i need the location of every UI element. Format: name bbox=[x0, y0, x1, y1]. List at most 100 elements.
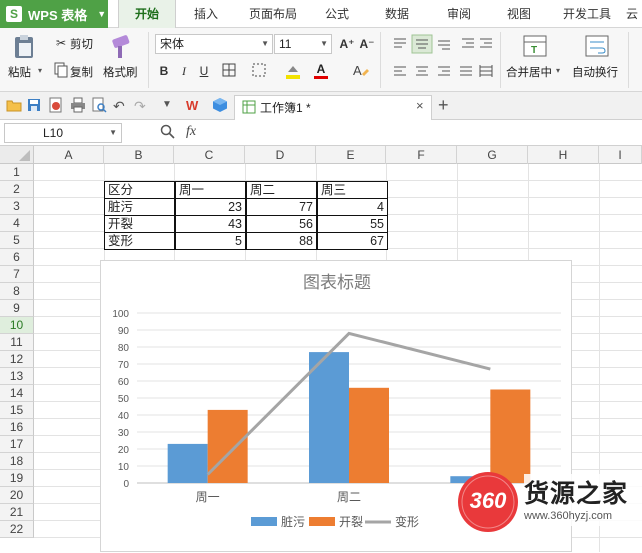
select-all-corner[interactable] bbox=[0, 146, 34, 164]
tab-formulas[interactable]: 公式 bbox=[312, 0, 362, 28]
font-shrink-button[interactable]: A⁻ bbox=[358, 35, 376, 53]
new-tab-icon[interactable]: + bbox=[438, 95, 449, 116]
bold-button[interactable]: B bbox=[155, 62, 173, 80]
format-painter-icon[interactable] bbox=[106, 34, 134, 60]
row-header[interactable]: 18 bbox=[0, 453, 34, 470]
redo-icon[interactable]: ↷ bbox=[134, 98, 146, 115]
paste-button[interactable]: 粘贴 bbox=[8, 64, 31, 80]
wrap-text-icon[interactable] bbox=[584, 34, 610, 58]
tab-home[interactable]: 开始 bbox=[118, 0, 176, 28]
tab-data[interactable]: 数据 bbox=[372, 0, 422, 28]
zoom-function-icon[interactable] bbox=[160, 124, 176, 140]
fill-pattern-icon[interactable] bbox=[250, 62, 268, 80]
table-header-cell[interactable]: 周三 bbox=[317, 181, 388, 199]
insert-function-button[interactable]: fx bbox=[186, 124, 196, 140]
row-header[interactable]: 8 bbox=[0, 283, 34, 300]
tab-developer[interactable]: 开发工具 bbox=[556, 0, 618, 28]
close-icon[interactable]: × bbox=[416, 98, 424, 113]
row-header[interactable]: 7 bbox=[0, 266, 34, 283]
wps-writer-icon[interactable]: W bbox=[186, 97, 204, 113]
table-cell[interactable]: 23 bbox=[175, 198, 246, 216]
row-header[interactable]: 11 bbox=[0, 334, 34, 351]
column-header[interactable]: B bbox=[104, 146, 174, 164]
tab-review[interactable]: 审阅 bbox=[434, 0, 484, 28]
row-header[interactable]: 19 bbox=[0, 470, 34, 487]
row-header[interactable]: 5 bbox=[0, 232, 34, 249]
row-header[interactable]: 1 bbox=[0, 164, 34, 181]
row-header[interactable]: 2 bbox=[0, 181, 34, 198]
table-cell[interactable]: 77 bbox=[246, 198, 317, 216]
column-header[interactable]: C bbox=[174, 146, 245, 164]
column-header[interactable]: H bbox=[528, 146, 599, 164]
scissors-icon[interactable]: ✂ bbox=[52, 34, 70, 52]
column-header[interactable]: A bbox=[34, 146, 104, 164]
row-header[interactable]: 14 bbox=[0, 385, 34, 402]
row-header[interactable]: 12 bbox=[0, 351, 34, 368]
table-cell[interactable]: 4 bbox=[317, 198, 388, 216]
row-header[interactable]: 4 bbox=[0, 215, 34, 232]
format-painter-button[interactable]: 格式刷 bbox=[103, 64, 138, 80]
merge-center-icon[interactable]: T bbox=[522, 34, 548, 58]
print-preview-icon[interactable] bbox=[91, 97, 107, 113]
table-cell[interactable]: 56 bbox=[246, 215, 317, 233]
row-header[interactable]: 16 bbox=[0, 419, 34, 436]
row-header[interactable]: 21 bbox=[0, 504, 34, 521]
print-icon[interactable] bbox=[70, 97, 86, 113]
paste-icon[interactable] bbox=[10, 34, 38, 60]
name-box[interactable]: L10 ▼ bbox=[4, 123, 122, 143]
row-header[interactable]: 17 bbox=[0, 436, 34, 453]
wrap-text-button[interactable]: 自动换行 bbox=[572, 64, 618, 80]
chevron-down-icon[interactable]: ▼ bbox=[109, 124, 117, 142]
font-color-button[interactable]: A bbox=[312, 60, 330, 79]
column-header[interactable]: G bbox=[457, 146, 528, 164]
chevron-down-icon[interactable]: ▾ bbox=[38, 66, 42, 75]
copy-button[interactable]: 复制 bbox=[70, 64, 93, 80]
column-header[interactable]: I bbox=[599, 146, 642, 164]
table-cell[interactable]: 脏污 bbox=[104, 198, 175, 216]
undo-icon[interactable]: ↶ bbox=[113, 98, 125, 115]
row-header[interactable]: 6 bbox=[0, 249, 34, 266]
table-cell[interactable]: 5 bbox=[175, 232, 246, 250]
row-header[interactable]: 20 bbox=[0, 487, 34, 504]
customize-toolbar-icon[interactable]: ▼ bbox=[162, 99, 172, 110]
chevron-down-icon[interactable]: ▾ bbox=[556, 66, 560, 75]
cut-button[interactable]: 剪切 bbox=[70, 36, 93, 52]
table-cell[interactable]: 开裂 bbox=[104, 215, 175, 233]
font-grow-button[interactable]: A⁺ bbox=[338, 35, 356, 53]
italic-button[interactable]: I bbox=[175, 62, 193, 80]
merge-center-button[interactable]: 合并居中 bbox=[506, 64, 552, 80]
row-header[interactable]: 22 bbox=[0, 521, 34, 538]
column-header[interactable]: D bbox=[245, 146, 316, 164]
table-header-cell[interactable]: 周一 bbox=[175, 181, 246, 199]
tab-view[interactable]: 视图 bbox=[494, 0, 544, 28]
formula-input[interactable] bbox=[220, 124, 640, 142]
column-header[interactable]: F bbox=[386, 146, 457, 164]
tab-cloud[interactable]: 云 bbox=[622, 0, 642, 28]
app-menu-button[interactable]: S WPS 表格 ▼ bbox=[0, 0, 108, 28]
row-header[interactable]: 15 bbox=[0, 402, 34, 419]
tab-insert[interactable]: 插入 bbox=[180, 0, 232, 28]
row-header[interactable]: 13 bbox=[0, 368, 34, 385]
fill-color-icon[interactable] bbox=[284, 62, 302, 80]
font-name-select[interactable]: 宋体 ▼ bbox=[155, 34, 273, 54]
table-cell[interactable]: 变形 bbox=[104, 232, 175, 250]
open-folder-icon[interactable] bbox=[6, 98, 22, 112]
row-header[interactable]: 3 bbox=[0, 198, 34, 215]
clear-format-icon[interactable]: A bbox=[352, 62, 370, 80]
copy-icon[interactable] bbox=[52, 62, 70, 80]
row-header[interactable]: 9 bbox=[0, 300, 34, 317]
row-header[interactable]: 10 bbox=[0, 317, 34, 334]
export-pdf-icon[interactable] bbox=[48, 97, 64, 113]
table-header-cell[interactable]: 区分 bbox=[104, 181, 175, 199]
tab-page-layout[interactable]: 页面布局 bbox=[240, 0, 306, 28]
table-cell[interactable]: 55 bbox=[317, 215, 388, 233]
underline-button[interactable]: U bbox=[195, 62, 213, 80]
cloud-cube-icon[interactable] bbox=[212, 97, 228, 113]
column-header[interactable]: E bbox=[316, 146, 386, 164]
table-cell[interactable]: 88 bbox=[246, 232, 317, 250]
borders-icon[interactable] bbox=[220, 62, 238, 80]
table-cell[interactable]: 43 bbox=[175, 215, 246, 233]
table-cell[interactable]: 67 bbox=[317, 232, 388, 250]
font-size-select[interactable]: 11 ▼ bbox=[274, 34, 332, 54]
save-icon[interactable] bbox=[27, 98, 41, 112]
